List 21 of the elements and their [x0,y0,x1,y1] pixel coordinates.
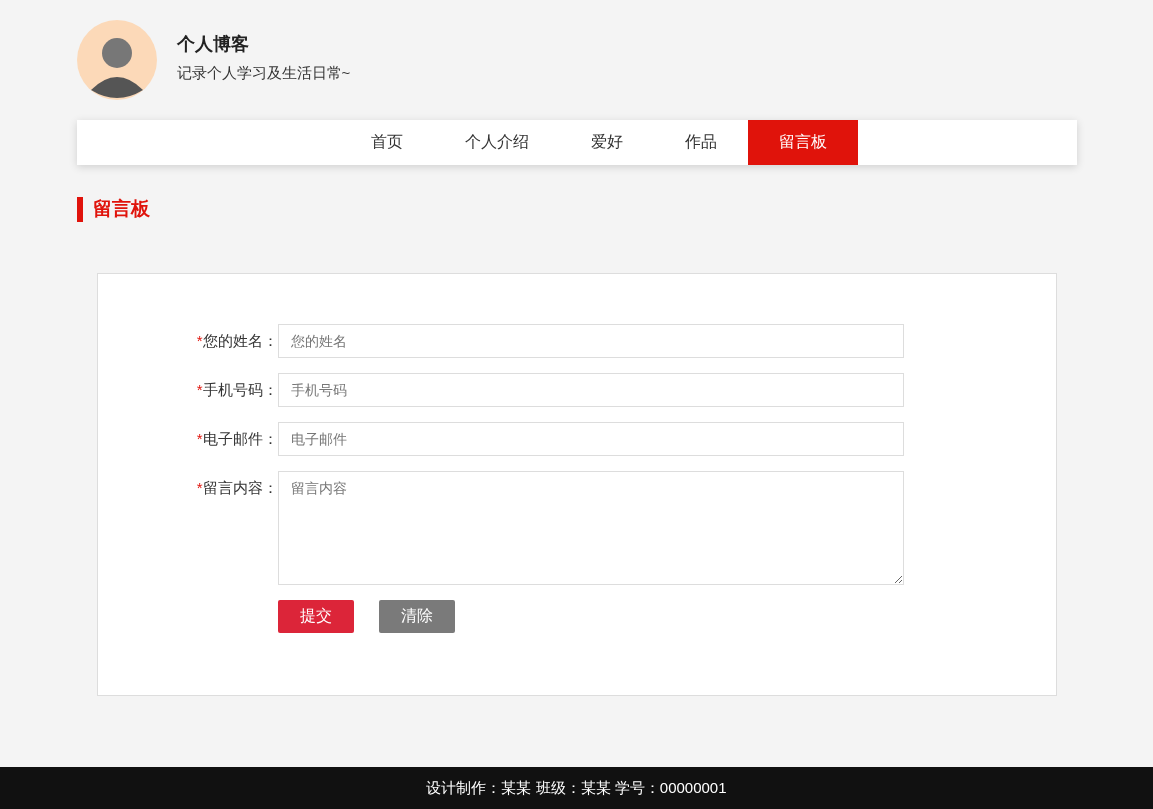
message-field[interactable]: 留言内容 [277,471,904,585]
input-field[interactable]: 电子邮件 [277,422,904,456]
nav-tab[interactable]: 首页 [339,120,434,165]
field-label: *手机号码： [195,380,278,400]
title-accent-bar [76,196,83,222]
nav-tab[interactable]: 留言板 [747,120,858,165]
submit-button[interactable]: 提交 [277,600,354,633]
field-label: *您的姓名： [195,331,278,351]
field-label: *电子邮件： [195,429,278,449]
site-title: 个人博客 [176,32,250,56]
avatar-icon [76,20,157,100]
field-label: *留言内容： [195,478,278,498]
input-field[interactable]: 您的姓名 [277,324,904,358]
clear-button[interactable]: 清除 [378,600,455,633]
input-field[interactable]: 手机号码 [277,373,904,407]
nav-tab[interactable]: 作品 [653,120,748,165]
footer-text: 设计制作：某某 班级：某某 学号：00000001 [426,778,727,798]
site-subtitle: 记录个人学习及生活日常~ [176,63,351,83]
section-title: 留言板 [92,197,150,221]
nav-tab[interactable]: 个人介绍 [433,120,560,165]
nav-tab[interactable]: 爱好 [559,120,654,165]
